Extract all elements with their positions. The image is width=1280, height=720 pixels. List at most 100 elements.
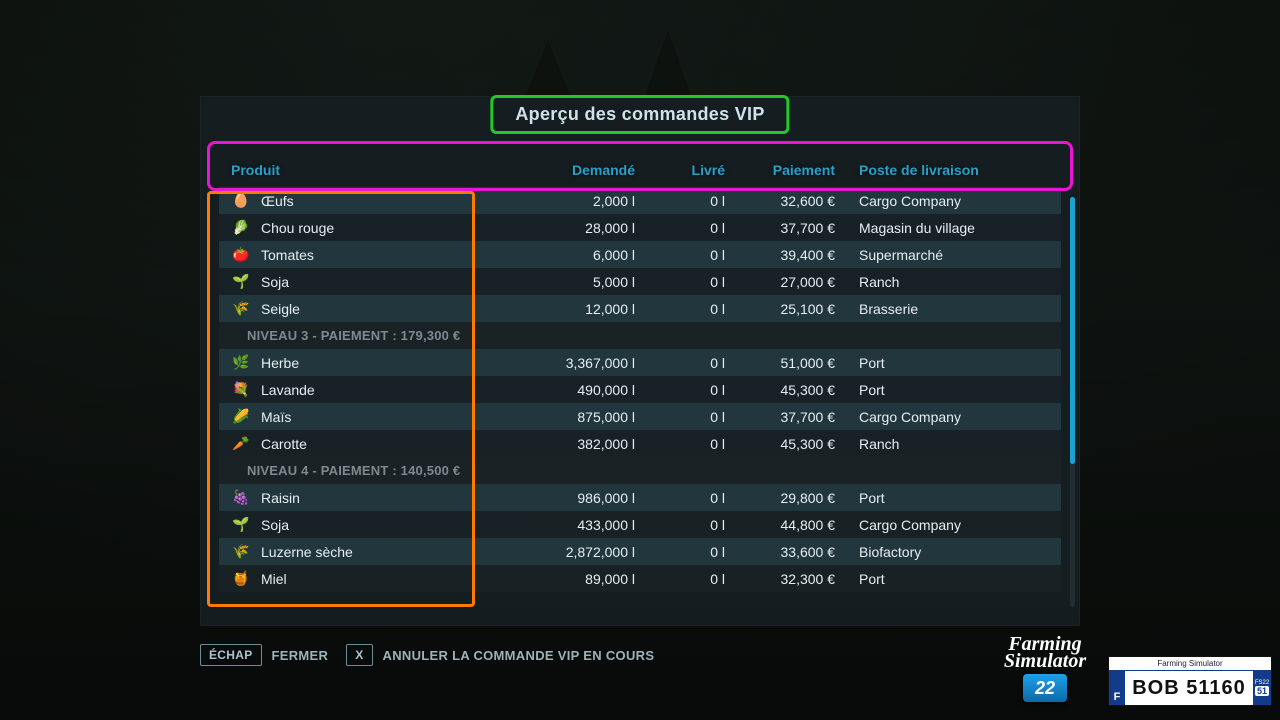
product-icon: 🌽 xyxy=(231,407,251,427)
table-row[interactable]: 🍅Tomates6,000 l0 l39,400 €Supermarché xyxy=(219,241,1061,268)
product-icon: 🌱 xyxy=(231,272,251,292)
cell-demand: 986,000 l xyxy=(515,490,635,506)
level-section-header: NIVEAU 4 - PAIEMENT : 140,500 € xyxy=(219,457,1061,484)
cell-payment: 51,000 € xyxy=(725,355,835,371)
product-icon: 🥬 xyxy=(231,218,251,238)
cell-delivered: 0 l xyxy=(635,382,725,398)
header-destination[interactable]: Poste de livraison xyxy=(835,162,1055,178)
cell-demand: 433,000 l xyxy=(515,517,635,533)
cell-delivered: 0 l xyxy=(635,571,725,587)
product-name: Soja xyxy=(261,517,289,533)
cell-demand: 28,000 l xyxy=(515,220,635,236)
table-row[interactable]: 🌱 Soja 5,000 l0 l27,000 €Ranch xyxy=(219,268,1061,295)
plate-text: BOB 51160 xyxy=(1125,671,1253,705)
cell-delivered: 0 l xyxy=(635,517,725,533)
product-name: Herbe xyxy=(261,355,299,371)
cell-destination: Magasin du village xyxy=(835,220,1055,236)
table-row[interactable]: 🥕Carotte382,000 l0 l45,300 €Ranch xyxy=(219,430,1061,457)
product-name: Raisin xyxy=(261,490,300,506)
table-row[interactable]: 🍯 Miel 89,000 l0 l32,300 €Port xyxy=(219,565,1061,592)
product-icon: 🌾 xyxy=(231,542,251,562)
cell-delivered: 0 l xyxy=(635,436,725,452)
product-name: Carotte xyxy=(261,436,307,452)
product-icon: 🥚 xyxy=(231,191,251,211)
close-button[interactable]: ÉCHAP FERMER xyxy=(200,644,328,666)
cell-demand: 5,000 l xyxy=(515,274,635,290)
cell-destination: Port xyxy=(835,490,1055,506)
product-name: Miel xyxy=(261,571,287,587)
cell-payment: 45,300 € xyxy=(725,382,835,398)
product-icon: 🍇 xyxy=(231,488,251,508)
header-product[interactable]: Produit xyxy=(225,162,515,178)
logo-line2: Simulator xyxy=(990,653,1100,670)
cell-destination: Brasserie xyxy=(835,301,1055,317)
cell-delivered: 0 l xyxy=(635,220,725,236)
table-row[interactable]: 🌾Seigle12,000 l0 l25,100 €Brasserie xyxy=(219,295,1061,322)
table-row[interactable]: 🌾Luzerne sèche2,872,000 l0 l33,600 €Biof… xyxy=(219,538,1061,565)
game-logo: Farming Simulator 22 xyxy=(990,636,1100,702)
product-icon: 🍯 xyxy=(231,569,251,589)
footer-bar: ÉCHAP FERMER X ANNULER LA COMMANDE VIP E… xyxy=(200,636,1080,674)
cell-payment: 44,800 € xyxy=(725,517,835,533)
plate-top-text: Farming Simulator xyxy=(1157,659,1222,668)
cell-payment: 32,300 € xyxy=(725,571,835,587)
cell-destination: Supermarché xyxy=(835,247,1055,263)
table-row[interactable]: 🍇 Raisin 986,000 l0 l29,800 €Port xyxy=(219,484,1061,511)
cell-destination: Port xyxy=(835,571,1055,587)
table-row[interactable]: 🥚Œufs2,000 l0 l32,600 €Cargo Company xyxy=(219,187,1061,214)
cell-delivered: 0 l xyxy=(635,544,725,560)
panel-title-highlight: Aperçu des commandes VIP xyxy=(490,95,789,134)
cell-delivered: 0 l xyxy=(635,301,725,317)
cell-destination: Cargo Company xyxy=(835,517,1055,533)
product-name: Tomates xyxy=(261,247,314,263)
cell-delivered: 0 l xyxy=(635,274,725,290)
cell-payment: 25,100 € xyxy=(725,301,835,317)
table-row[interactable]: 💐Lavande490,000 l0 l45,300 €Port xyxy=(219,376,1061,403)
cell-payment: 27,000 € xyxy=(725,274,835,290)
cell-destination: Ranch xyxy=(835,436,1055,452)
cell-delivered: 0 l xyxy=(635,409,725,425)
cell-destination: Ranch xyxy=(835,274,1055,290)
cell-demand: 12,000 l xyxy=(515,301,635,317)
table-header: Produit Demandé Livré Paiement Poste de … xyxy=(219,157,1061,187)
header-demand[interactable]: Demandé xyxy=(515,162,635,178)
cell-delivered: 0 l xyxy=(635,193,725,209)
cell-payment: 37,700 € xyxy=(725,409,835,425)
plate-flag-icon xyxy=(1113,659,1125,669)
product-icon: 🌱 xyxy=(231,515,251,535)
plate-region: FS22 51 xyxy=(1253,671,1271,705)
header-payment[interactable]: Paiement xyxy=(725,162,835,178)
cell-payment: 32,600 € xyxy=(725,193,835,209)
cell-payment: 39,400 € xyxy=(725,247,835,263)
panel-title: Aperçu des commandes VIP xyxy=(515,104,764,125)
table-row[interactable]: 🌿Herbe3,367,000 l0 l51,000 €Port xyxy=(219,349,1061,376)
table-row[interactable]: 🌽Maïs875,000 l0 l37,700 €Cargo Company xyxy=(219,403,1061,430)
cell-demand: 2,872,000 l xyxy=(515,544,635,560)
cell-destination: Port xyxy=(835,355,1055,371)
cell-payment: 29,800 € xyxy=(725,490,835,506)
plate-main: F BOB 51160 FS22 51 xyxy=(1109,671,1271,705)
level-section-header: NIVEAU 3 - PAIEMENT : 179,300 € xyxy=(219,322,1061,349)
table-row[interactable]: 🥬 Chou rouge 28,000 l0 l37,700 €Magasin du… xyxy=(219,214,1061,241)
close-label: FERMER xyxy=(272,648,329,663)
product-name: Soja xyxy=(261,274,289,290)
product-name: Chou rouge xyxy=(261,220,334,236)
x-key-icon: X xyxy=(346,644,372,666)
cell-demand: 3,367,000 l xyxy=(515,355,635,371)
cell-payment: 37,700 € xyxy=(725,220,835,236)
table-row[interactable]: 🌱 Soja 433,000 l0 l44,800 €Cargo Company xyxy=(219,511,1061,538)
cell-demand: 875,000 l xyxy=(515,409,635,425)
plate-top: Farming Simulator xyxy=(1109,657,1271,671)
header-delivered[interactable]: Livré xyxy=(635,162,725,178)
cell-delivered: 0 l xyxy=(635,490,725,506)
product-icon: 🥕 xyxy=(231,434,251,454)
table-body: 🥚Œufs2,000 l0 l32,600 €Cargo Company 🥬 Cho… xyxy=(219,187,1061,609)
cell-payment: 33,600 € xyxy=(725,544,835,560)
cell-demand: 89,000 l xyxy=(515,571,635,587)
product-name: Lavande xyxy=(261,382,315,398)
cancel-order-button[interactable]: X ANNULER LA COMMANDE VIP EN COURS xyxy=(346,644,654,666)
escape-key-icon: ÉCHAP xyxy=(200,644,262,666)
scrollbar-track[interactable] xyxy=(1070,197,1075,607)
scrollbar-thumb[interactable] xyxy=(1070,197,1075,464)
logo-year-badge: 22 xyxy=(1023,674,1067,702)
